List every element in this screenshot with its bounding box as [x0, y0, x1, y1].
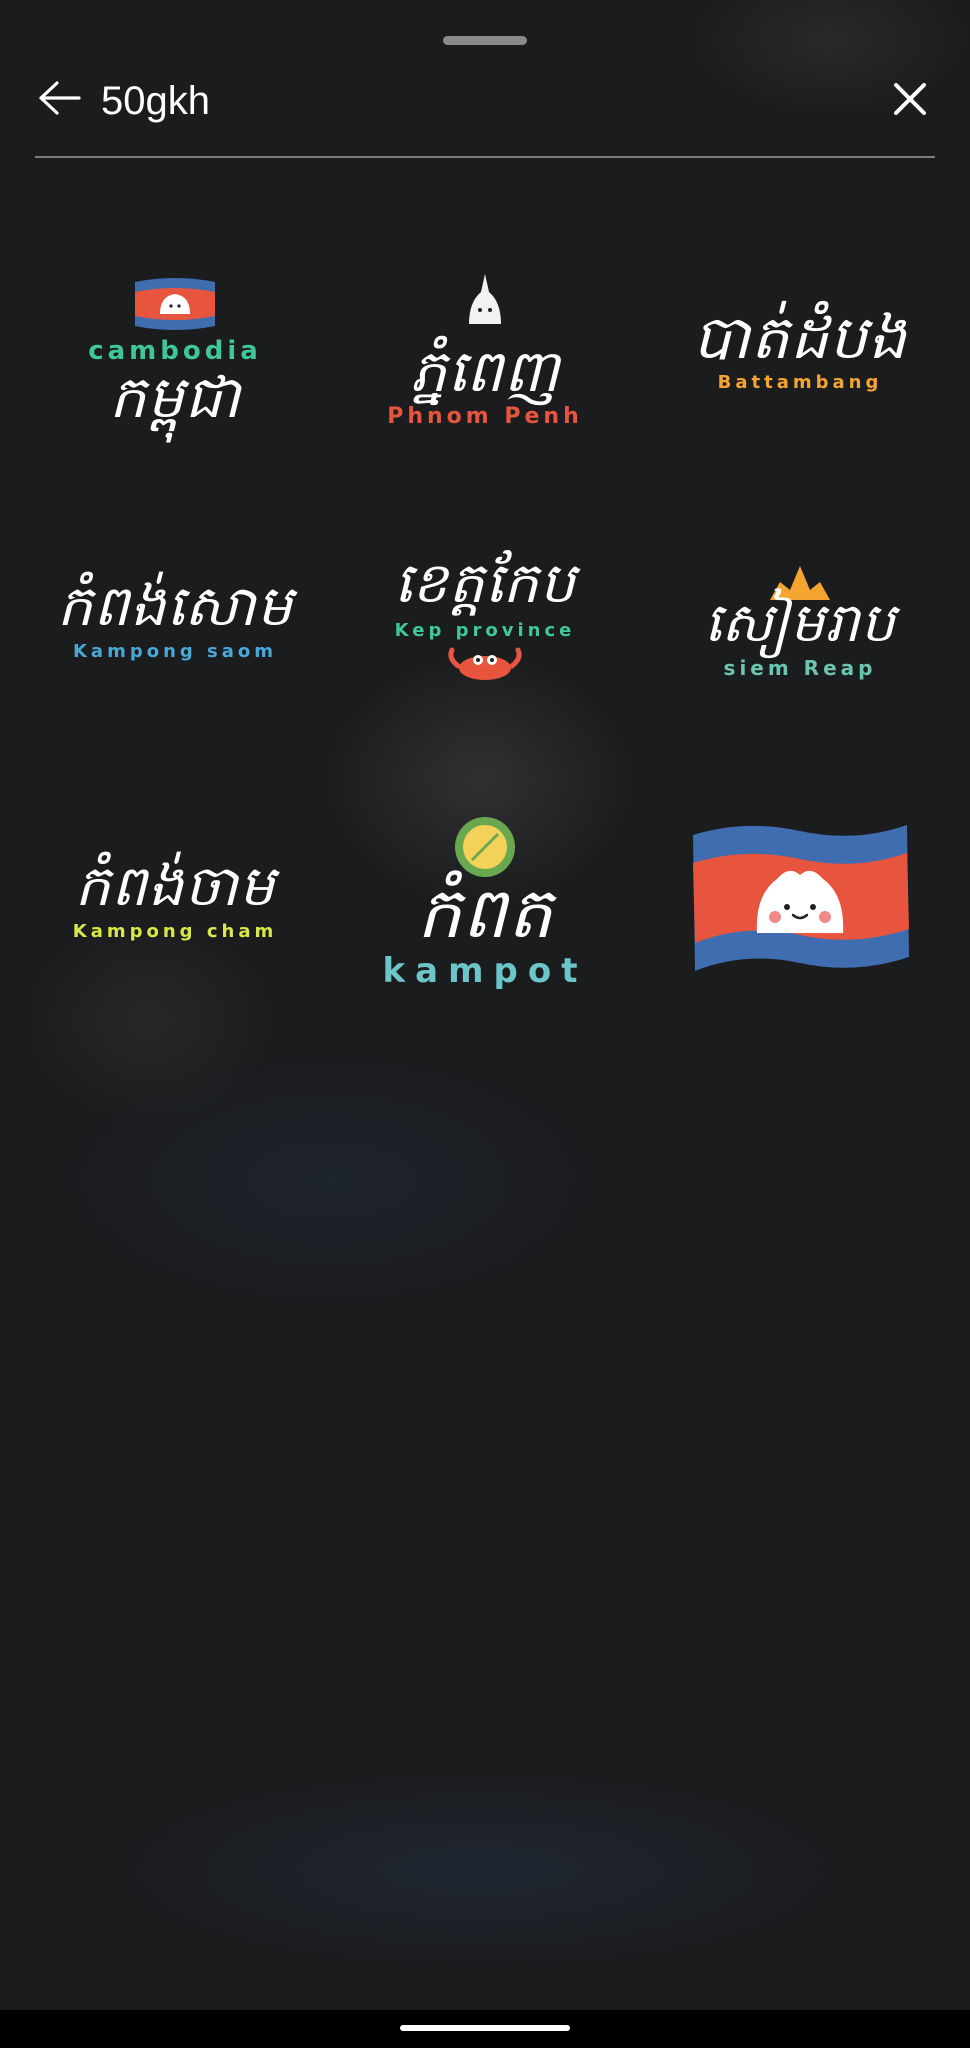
sticker-kampot[interactable]: កំពត kampot	[335, 770, 635, 1030]
sticker-latin-text: Battambang	[717, 372, 883, 393]
crab-icon	[448, 647, 522, 680]
sticker-cambodia[interactable]: cambodia កម្ពុជា	[25, 220, 325, 480]
sticker-khmer-text: កំពង់សោម	[56, 574, 294, 639]
stupa-mascot-icon	[469, 274, 501, 324]
drag-handle[interactable]	[443, 36, 527, 45]
close-x-icon	[894, 83, 926, 115]
sticker-search-sheet: cambodia កម្ពុជា ភ្នំពេញ Phnom Penh បាត់…	[0, 0, 970, 2048]
sticker-latin-text: Kampong cham	[72, 921, 278, 942]
sticker-khmer-text: សៀមរាប	[704, 591, 896, 654]
search-input[interactable]	[101, 68, 841, 134]
back-button[interactable]	[35, 74, 83, 122]
sticker-kampong-saom[interactable]: កំពង់សោម Kampong saom	[25, 490, 325, 750]
home-indicator[interactable]	[400, 2025, 570, 2031]
sticker-khmer-text: កម្ពុជា	[109, 363, 241, 431]
sticker-flag-mascot[interactable]	[650, 770, 950, 1030]
sticker-battambang[interactable]: បាត់ដំបង Battambang	[650, 220, 950, 480]
sticker-khmer-text: កំពង់ចាម	[74, 854, 276, 919]
sticker-latin-text: kampot	[382, 951, 588, 991]
sticker-latin-text: cambodia	[88, 336, 262, 366]
sticker-khmer-text: កំពត	[416, 872, 554, 954]
cambodia-flag-mascot-icon	[693, 825, 909, 971]
sticker-khmer-text: ខេត្តកែប	[394, 551, 576, 616]
sticker-khmer-text: ភ្នំពេញ	[409, 337, 561, 405]
sticker-kampong-cham[interactable]: កំពង់ចាម Kampong cham	[25, 770, 325, 1030]
sticker-latin-text: Kampong saom	[72, 641, 278, 662]
sticker-siem-reap[interactable]: សៀមរាប siem Reap	[650, 490, 950, 750]
cambodia-flag-mascot-icon	[135, 278, 215, 330]
sticker-khmer-text: បាត់ដំបង	[692, 303, 908, 373]
search-bar	[35, 68, 935, 134]
arrow-left-icon	[39, 81, 81, 115]
sticker-latin-text: Phnom Penh	[387, 404, 583, 429]
sticker-phnom-penh[interactable]: ភ្នំពេញ Phnom Penh	[335, 220, 635, 480]
sticker-kep[interactable]: ខេត្តកែប Kep province	[335, 490, 635, 750]
sticker-latin-text: Kep province	[394, 620, 576, 641]
clear-button[interactable]	[885, 74, 935, 124]
sticker-latin-text: siem Reap	[723, 656, 877, 680]
search-divider	[35, 156, 935, 158]
